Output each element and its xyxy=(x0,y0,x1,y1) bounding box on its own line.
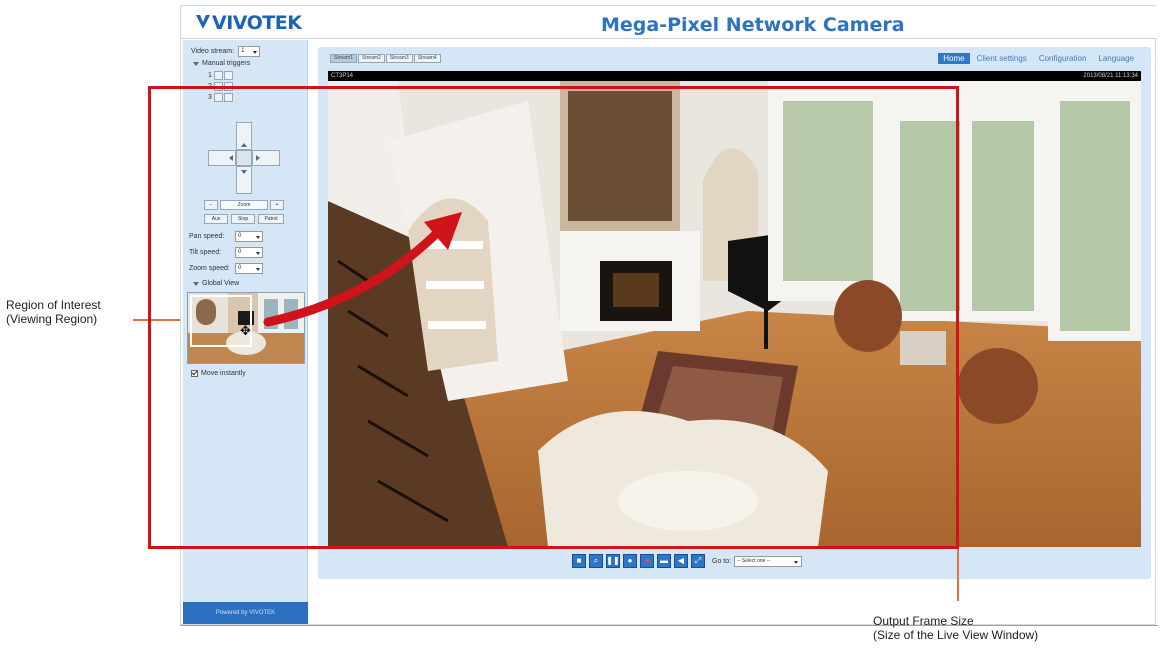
manual-triggers-label: Manual triggers xyxy=(202,60,251,67)
header: VIVOTEK Mega-Pixel Network Camera xyxy=(181,6,1157,38)
camera-name: CT3P14 xyxy=(331,73,354,79)
fullscreen-icon: ⤢ xyxy=(694,556,702,565)
trigger-off-button[interactable] xyxy=(223,71,233,80)
record-icon: ● xyxy=(644,556,650,565)
tab-stream3[interactable]: Stream3 xyxy=(385,54,413,63)
output-annotation-line1: Output Frame Size xyxy=(873,614,974,628)
vivotek-logo[interactable]: VIVOTEK xyxy=(195,12,302,34)
output-frame-highlight xyxy=(148,86,959,549)
output-frame-annotation: Output Frame Size (Size of the Live View… xyxy=(873,614,1158,642)
video-stream-select[interactable]: 1 xyxy=(238,46,261,57)
volume-icon: ▬ xyxy=(660,556,668,565)
top-navigation: Home Client settings Configuration Langu… xyxy=(936,53,1139,64)
screenshot-stage: Region of Interest (Viewing Region) VIVO… xyxy=(0,0,1160,655)
logo-text: VIVOTEK xyxy=(212,12,302,34)
digital-zoom-button[interactable]: ⌕ xyxy=(589,554,603,568)
video-stream-row: Video stream: 1 xyxy=(191,46,261,57)
stop-icon: ● xyxy=(627,556,633,565)
page-title: Mega-Pixel Network Camera xyxy=(601,14,905,36)
roi-annotation-line1: Region of Interest xyxy=(6,298,101,312)
output-annotation-line2: (Size of the Live View Window) xyxy=(873,628,1039,642)
digital-zoom-icon: ⌕ xyxy=(593,556,599,565)
volume-button[interactable]: ▬ xyxy=(657,554,671,568)
nav-home[interactable]: Home xyxy=(938,53,970,64)
header-divider xyxy=(181,38,1157,39)
trigger-number: 1 xyxy=(208,72,212,79)
nav-configuration[interactable]: Configuration xyxy=(1034,53,1092,64)
fullscreen-button[interactable]: ⤢ xyxy=(691,554,705,568)
goto-label: Go to: xyxy=(712,557,732,565)
video-stream-label: Video stream: xyxy=(191,48,235,55)
tab-stream2[interactable]: Stream2 xyxy=(357,54,385,63)
nav-language[interactable]: Language xyxy=(1093,53,1139,64)
snapshot-button[interactable]: ■ xyxy=(572,554,586,568)
stream-tabs: Stream1 Stream2 Stream3 Stream4 xyxy=(330,54,442,63)
stop-video-button[interactable]: ● xyxy=(623,554,637,568)
pause-icon: ❚❚ xyxy=(606,556,620,565)
trigger-row-1: 1 xyxy=(208,71,233,80)
pause-button[interactable]: ❚❚ xyxy=(606,554,620,568)
mute-button[interactable]: ◀ xyxy=(674,554,688,568)
video-caption-bar: CT3P14 2013/08/21 11:13:34 xyxy=(328,71,1141,81)
playback-controls: ■ ⌕ ❚❚ ● ● ▬ ◀ ⤢ Go to: -- Select one -- xyxy=(572,554,803,568)
roi-annotation: Region of Interest (Viewing Region) xyxy=(6,298,166,326)
video-timestamp: 2013/08/21 11:13:34 xyxy=(1083,73,1138,79)
tab-stream4[interactable]: Stream4 xyxy=(413,54,441,63)
nav-client-settings[interactable]: Client settings xyxy=(972,53,1032,64)
tab-stream1[interactable]: Stream1 xyxy=(330,54,357,63)
logo-mark-icon xyxy=(196,15,210,29)
powered-by-footer[interactable]: Powered by VIVOTEK xyxy=(183,602,308,624)
goto-preset-select[interactable]: -- Select one -- xyxy=(734,555,803,567)
collapse-triangle-icon xyxy=(193,61,199,66)
manual-triggers-toggle[interactable]: Manual triggers xyxy=(193,60,250,67)
snapshot-icon: ■ xyxy=(576,556,582,565)
trigger-on-button[interactable] xyxy=(213,71,223,80)
record-button[interactable]: ● xyxy=(640,554,654,568)
mute-icon: ◀ xyxy=(677,556,685,565)
